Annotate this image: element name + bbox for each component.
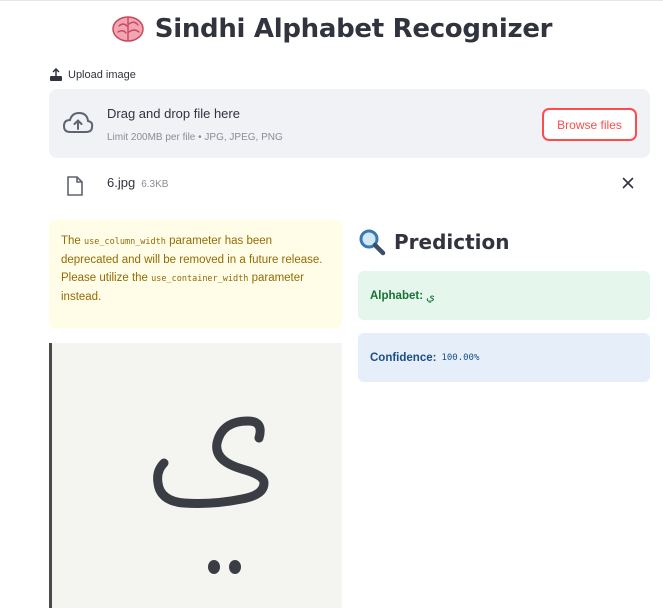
upload-label: Upload image bbox=[49, 68, 136, 82]
confidence-label: Confidence: bbox=[370, 351, 437, 364]
magnifier-icon bbox=[359, 229, 386, 256]
warning-code-2: use_container_width bbox=[151, 274, 249, 284]
alphabet-result: Alphabet: ي bbox=[358, 271, 650, 320]
confidence-value: 100.00% bbox=[441, 352, 480, 363]
handwritten-glyph-image bbox=[52, 343, 342, 608]
alphabet-label: Alphabet: bbox=[370, 289, 424, 302]
alphabet-value: ي bbox=[426, 290, 436, 303]
dropzone-title: Drag and drop file here bbox=[107, 106, 240, 121]
warning-text-1: The bbox=[61, 235, 85, 247]
cloud-upload-icon bbox=[62, 111, 94, 133]
file-size: 6.3KB bbox=[141, 179, 169, 190]
file-name-text: 6.jpg bbox=[107, 175, 136, 190]
uploaded-file-row: 6.jpg 6.3KB bbox=[49, 170, 650, 202]
browse-files-button[interactable]: Browse files bbox=[542, 108, 637, 141]
brain-icon bbox=[112, 16, 144, 42]
warning-code-1: use_column_width bbox=[84, 237, 166, 247]
file-name: 6.jpg 6.3KB bbox=[107, 175, 168, 190]
uploaded-image-preview bbox=[49, 343, 342, 608]
top-divider bbox=[0, 0, 663, 6]
file-dropzone[interactable]: Drag and drop file here Limit 200MB per … bbox=[49, 89, 650, 158]
file-icon bbox=[67, 176, 83, 196]
page-title: Sindhi Alphabet Recognizer bbox=[0, 14, 663, 44]
deprecation-warning: The use_column_width parameter has been … bbox=[49, 220, 342, 328]
prediction-title: Prediction bbox=[394, 230, 510, 254]
remove-file-close-icon[interactable] bbox=[619, 174, 637, 192]
upload-tray-icon bbox=[50, 68, 62, 81]
dropzone-limits: Limit 200MB per file • JPG, JPEG, PNG bbox=[107, 132, 283, 143]
prediction-heading: Prediction bbox=[358, 228, 510, 256]
confidence-result: Confidence: 100.00% bbox=[358, 333, 650, 382]
app-title: Sindhi Alphabet Recognizer bbox=[154, 14, 553, 44]
upload-label-text: Upload image bbox=[68, 69, 136, 81]
